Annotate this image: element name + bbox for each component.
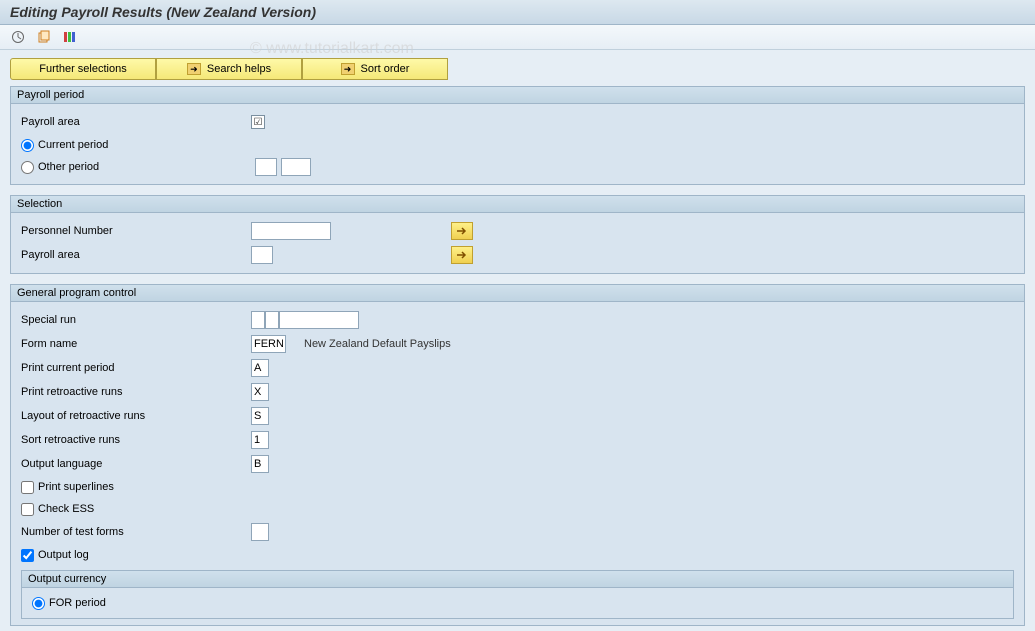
layout-retro-label: Layout of retroactive runs bbox=[21, 410, 251, 422]
sel-payroll-area-multiselect-button[interactable] bbox=[451, 246, 473, 264]
arrow-right-icon: ➜ bbox=[341, 63, 355, 75]
param-buttons-row: Further selections ➜ Search helps ➜ Sort… bbox=[10, 58, 1025, 80]
personnel-number-multiselect-button[interactable] bbox=[451, 222, 473, 240]
content-area: Further selections ➜ Search helps ➜ Sort… bbox=[0, 50, 1035, 631]
personnel-number-input[interactable] bbox=[251, 222, 331, 240]
output-currency-header: Output currency bbox=[22, 571, 1013, 588]
variant-button[interactable] bbox=[34, 28, 54, 46]
check-ess-label: Check ESS bbox=[38, 503, 94, 515]
payroll-area-label: Payroll area bbox=[21, 116, 251, 128]
form-name-desc: New Zealand Default Payslips bbox=[304, 338, 451, 350]
search-helps-button[interactable]: ➜ Search helps bbox=[156, 58, 302, 80]
sel-payroll-area-label: Payroll area bbox=[21, 249, 251, 261]
num-test-label: Number of test forms bbox=[21, 526, 251, 538]
other-period-radio[interactable] bbox=[21, 161, 34, 174]
num-test-input[interactable] bbox=[251, 523, 269, 541]
sort-order-button[interactable]: ➜ Sort order bbox=[302, 58, 448, 80]
other-period-input1[interactable] bbox=[255, 158, 277, 176]
print-retro-input[interactable] bbox=[251, 383, 269, 401]
current-period-label: Current period bbox=[38, 139, 108, 151]
further-selections-label: Further selections bbox=[39, 63, 126, 75]
for-period-radio[interactable] bbox=[32, 597, 45, 610]
print-superlines-label: Print superlines bbox=[38, 481, 114, 493]
selection-group: Selection Personnel Number Payroll area bbox=[10, 195, 1025, 274]
other-period-input2[interactable] bbox=[281, 158, 311, 176]
output-currency-group: Output currency FOR period bbox=[21, 570, 1014, 619]
special-run-input1[interactable] bbox=[251, 311, 265, 329]
personnel-number-label: Personnel Number bbox=[21, 225, 251, 237]
form-name-input[interactable] bbox=[251, 335, 286, 353]
payroll-period-group: Payroll period Payroll area ☑ Current pe… bbox=[10, 86, 1025, 185]
toolbar bbox=[0, 25, 1035, 50]
sort-retro-label: Sort retroactive runs bbox=[21, 434, 251, 446]
arrow-right-icon: ➜ bbox=[187, 63, 201, 75]
print-retro-label: Print retroactive runs bbox=[21, 386, 251, 398]
layout-retro-input[interactable] bbox=[251, 407, 269, 425]
output-log-label: Output log bbox=[38, 549, 89, 561]
general-control-group: General program control Special run Form… bbox=[10, 284, 1025, 626]
check-ess-checkbox[interactable] bbox=[21, 503, 34, 516]
special-run-input3[interactable] bbox=[279, 311, 359, 329]
current-period-radio[interactable] bbox=[21, 139, 34, 152]
execute-button[interactable] bbox=[8, 28, 28, 46]
special-run-input2[interactable] bbox=[265, 311, 279, 329]
print-current-input[interactable] bbox=[251, 359, 269, 377]
sort-retro-input[interactable] bbox=[251, 431, 269, 449]
sel-payroll-area-input[interactable] bbox=[251, 246, 273, 264]
special-run-label: Special run bbox=[21, 314, 251, 326]
search-helps-label: Search helps bbox=[207, 63, 271, 75]
for-period-label: FOR period bbox=[49, 597, 106, 609]
output-log-checkbox[interactable] bbox=[21, 549, 34, 562]
selection-header: Selection bbox=[11, 196, 1024, 213]
general-control-header: General program control bbox=[11, 285, 1024, 302]
other-period-label: Other period bbox=[38, 161, 251, 173]
form-name-label: Form name bbox=[21, 338, 251, 350]
page-title: Editing Payroll Results (New Zealand Ver… bbox=[0, 0, 1035, 25]
print-current-label: Print current period bbox=[21, 362, 251, 374]
further-selections-button[interactable]: Further selections bbox=[10, 58, 156, 80]
color-legend-button[interactable] bbox=[60, 28, 80, 46]
sort-order-label: Sort order bbox=[361, 63, 410, 75]
payroll-period-header: Payroll period bbox=[11, 87, 1024, 104]
print-superlines-checkbox[interactable] bbox=[21, 481, 34, 494]
output-lang-input[interactable] bbox=[251, 455, 269, 473]
payroll-area-input-help-icon[interactable]: ☑ bbox=[251, 115, 265, 129]
output-lang-label: Output language bbox=[21, 458, 251, 470]
